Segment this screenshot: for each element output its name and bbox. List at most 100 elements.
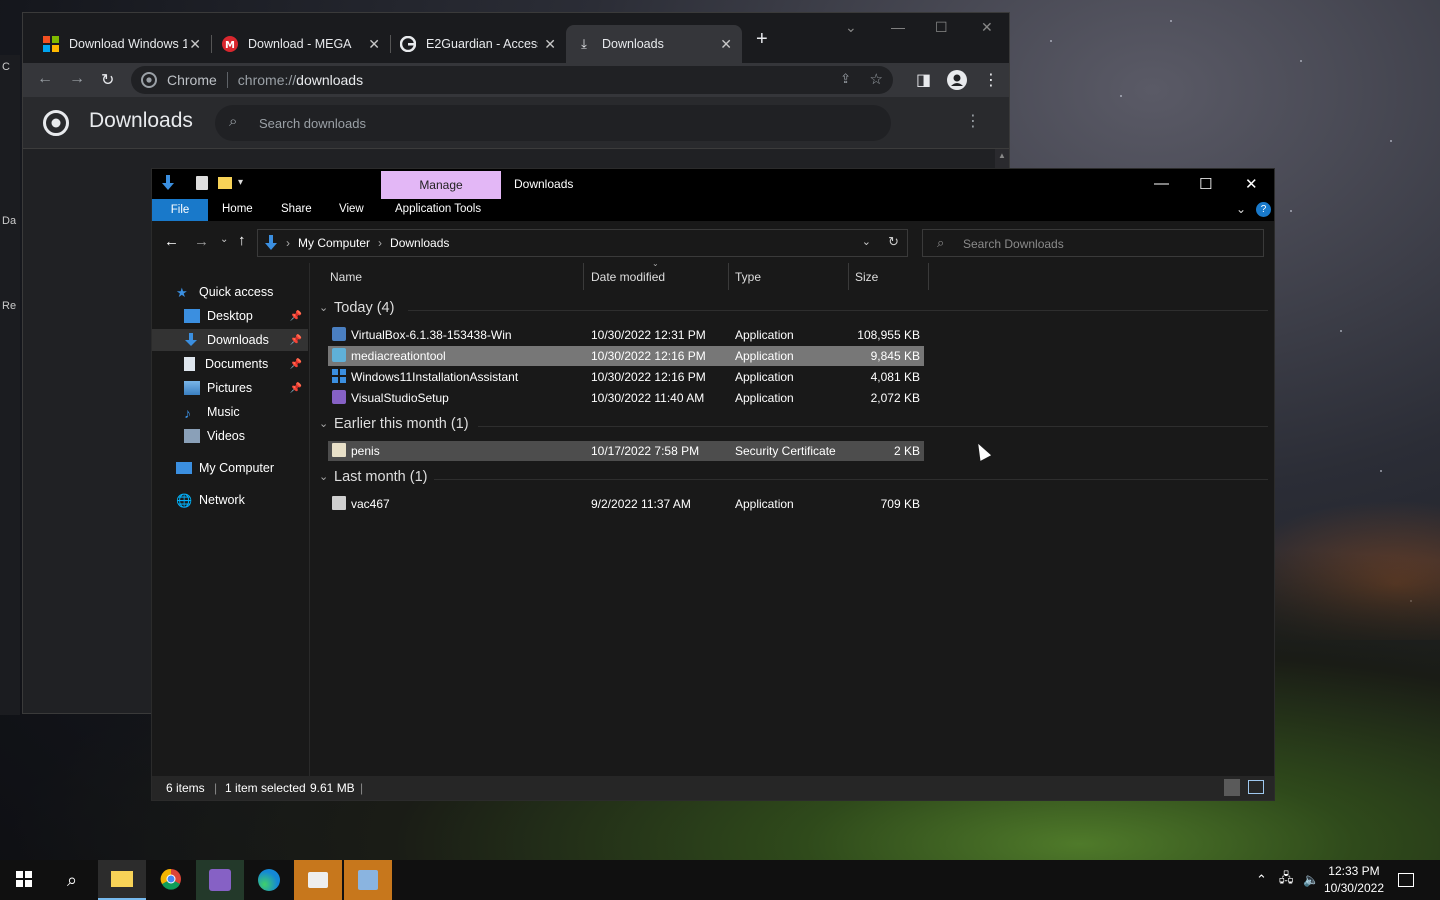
tab-download-windows[interactable]: Download Windows 1 ✕ [33, 25, 211, 63]
file-row[interactable]: mediacreationtool 10/30/2022 12:16 PM Ap… [328, 346, 924, 366]
nav-videos[interactable]: Videos [184, 425, 308, 447]
ribbon-tab-home[interactable]: Home [222, 203, 253, 215]
ribbon-tab-application-tools[interactable]: Application Tools [395, 203, 481, 215]
file-row[interactable]: VirtualBox-6.1.38-153438-Win 10/30/2022 … [328, 325, 924, 345]
maximize-button[interactable]: ☐ [1199, 175, 1212, 193]
close-icon[interactable]: ✕ [189, 36, 201, 53]
close-icon[interactable]: ✕ [544, 36, 556, 53]
tab-title: Download - MEGA [248, 37, 352, 51]
taskbar-edge[interactable] [245, 860, 293, 900]
collapse-group-icon[interactable]: ⌄ [319, 301, 328, 314]
address-dropdown-icon[interactable]: ⌄ [862, 235, 871, 248]
reload-button[interactable]: ↻ [101, 70, 114, 90]
file-row[interactable]: vac467 9/2/2022 11:37 AM Application 709… [328, 494, 924, 514]
file-row[interactable]: Windows11InstallationAssistant 10/30/202… [328, 367, 924, 387]
expand-ribbon-icon[interactable]: ⌄ [1236, 202, 1246, 216]
selection-size: 9.61 MB [310, 781, 355, 795]
ribbon-tab-view[interactable]: View [339, 203, 364, 215]
chrome-toolbar: ← → ↻ Chrome chrome://downloads ☆ ⇪ ◨ ⋮ [23, 63, 1009, 97]
back-button[interactable]: ← [164, 233, 179, 250]
nav-network[interactable]: 🌐 Network [176, 489, 308, 511]
navigation-pane: ★ Quick access Desktop 📌 Downloads 📌 Doc… [152, 263, 310, 778]
close-button[interactable]: ✕ [1245, 175, 1258, 193]
group-header-earlier-this-month[interactable]: Earlier this month (1) [334, 416, 469, 432]
forward-button[interactable]: → [194, 233, 209, 250]
collapse-group-icon[interactable]: ⌄ [319, 417, 328, 430]
back-button[interactable]: ← [37, 70, 53, 88]
column-header-type[interactable]: Type [735, 270, 761, 284]
column-header-name[interactable]: Name [330, 270, 362, 284]
refresh-icon[interactable]: ↻ [888, 234, 899, 250]
group-header-today[interactable]: Today (4) [334, 300, 394, 316]
column-header-size[interactable]: Size [855, 270, 878, 284]
tab-downloads[interactable]: ⤓ Downloads ✕ [566, 25, 742, 63]
taskbar-file-explorer[interactable] [98, 860, 146, 900]
clock[interactable]: 12:33 PM 10/30/2022 [1324, 863, 1384, 897]
title-bar: ▾ Manage Downloads — ☐ ✕ [152, 169, 1274, 199]
star-icon: ★ [176, 285, 188, 300]
column-header-date[interactable]: Date modified [591, 270, 665, 284]
nav-pictures[interactable]: Pictures 📌 [184, 377, 308, 399]
group-header-last-month[interactable]: Last month (1) [334, 469, 428, 485]
minimize-button[interactable]: — [1154, 175, 1169, 192]
taskbar-app-2[interactable] [344, 860, 392, 900]
details-view-button[interactable] [1224, 779, 1240, 796]
help-icon[interactable]: ? [1256, 202, 1271, 217]
nav-desktop[interactable]: Desktop 📌 [184, 305, 308, 327]
volume-icon[interactable]: 🔈 [1303, 872, 1319, 888]
taskbar-app[interactable] [294, 860, 342, 900]
large-icons-view-button[interactable] [1248, 780, 1264, 794]
file-row[interactable]: VisualStudioSetup 10/30/2022 11:40 AM Ap… [328, 388, 924, 408]
more-options-icon[interactable]: ⋮ [965, 111, 981, 131]
side-panel-icon[interactable]: ◨ [916, 70, 931, 90]
collapse-group-icon[interactable]: ⌄ [319, 470, 328, 483]
search-button[interactable]: ⌕ [48, 860, 96, 900]
windows-logo-icon [332, 369, 346, 383]
tab-mega[interactable]: M Download - MEGA ✕ [212, 25, 390, 63]
address-bar[interactable]: Chrome chrome://downloads ☆ ⇪ [131, 66, 893, 94]
manage-context-tab[interactable]: Manage [381, 171, 501, 199]
breadcrumb-downloads[interactable]: Downloads [390, 236, 449, 250]
profile-avatar[interactable] [947, 70, 967, 90]
chevron-up-icon[interactable]: ⌃ [1256, 872, 1267, 888]
start-button[interactable] [0, 860, 48, 900]
nav-my-computer[interactable]: My Computer [176, 457, 308, 479]
tab-e2guardian[interactable]: E2Guardian - Access ✕ [390, 25, 566, 63]
nav-documents[interactable]: Documents 📌 [184, 353, 308, 375]
properties-icon[interactable] [196, 176, 208, 190]
side-label: Da [2, 215, 17, 227]
taskbar-visual-studio[interactable] [196, 860, 244, 900]
up-button[interactable]: ↑ [238, 232, 246, 249]
new-folder-icon[interactable] [218, 177, 232, 189]
menu-kebab-icon[interactable]: ⋮ [983, 70, 999, 90]
notifications-button[interactable] [1384, 860, 1428, 900]
edge-icon [258, 869, 280, 891]
forward-button[interactable]: → [69, 70, 85, 88]
network-icon[interactable]: 🖧 [1279, 869, 1294, 891]
ribbon-tab-share[interactable]: Share [281, 203, 312, 215]
file-row[interactable]: penis 10/17/2022 7:58 PM Security Certif… [328, 441, 924, 461]
nav-quick-access[interactable]: ★ Quick access [176, 281, 306, 303]
recent-locations-icon[interactable]: ⌄ [220, 234, 228, 245]
customize-qat-icon[interactable]: ▾ [238, 177, 243, 188]
new-tab-button[interactable]: + [756, 28, 768, 51]
nav-downloads[interactable]: Downloads 📌 [152, 329, 308, 351]
minimize-button[interactable]: — [891, 19, 905, 35]
chrome-logo-icon [160, 868, 182, 893]
network-icon: 🌐 [176, 493, 193, 508]
search-downloads-input[interactable]: ⌕ Search downloads [215, 105, 891, 141]
tab-search-icon[interactable]: ⌄ [845, 19, 857, 36]
share-icon[interactable]: ⇪ [840, 71, 851, 87]
star-icon[interactable]: ☆ [870, 70, 883, 88]
search-input[interactable]: ⌕ Search Downloads [922, 229, 1264, 257]
maximize-button[interactable]: ☐ [935, 19, 948, 36]
ribbon-tab-file[interactable]: File [152, 199, 208, 221]
nav-music[interactable]: ♪ Music [184, 401, 308, 423]
close-button[interactable]: ✕ [981, 19, 993, 36]
close-icon[interactable]: ✕ [368, 36, 380, 53]
address-bar[interactable]: › My Computer › Downloads ⌄ ↻ [257, 229, 908, 257]
taskbar: ⌕ ⌃ 🖧 🔈 12:33 PM 10/30/2022 [0, 860, 1440, 900]
breadcrumb-my-computer[interactable]: My Computer [298, 236, 370, 250]
close-icon[interactable]: ✕ [720, 36, 732, 53]
taskbar-chrome[interactable] [147, 860, 195, 900]
